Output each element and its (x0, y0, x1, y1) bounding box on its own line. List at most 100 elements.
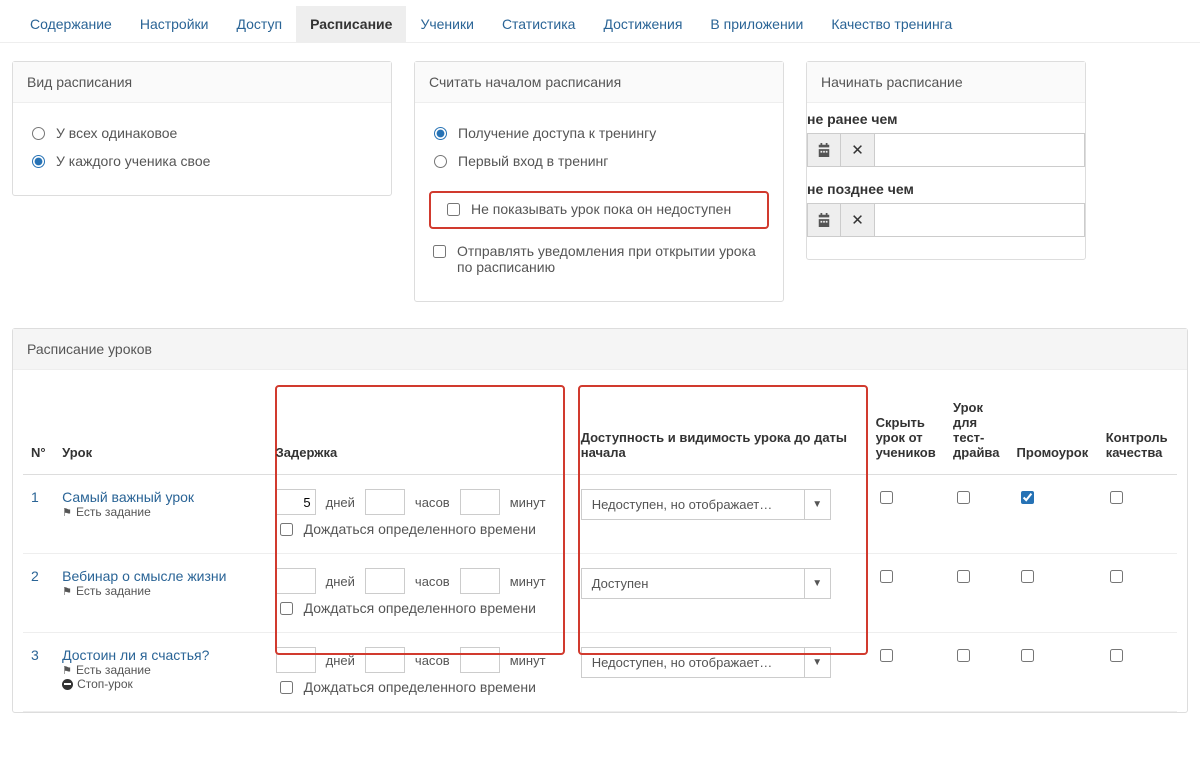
testdrive-checkbox[interactable] (957, 570, 970, 583)
cell-availability: Недоступен, но отображает…▼ (573, 475, 868, 554)
radio-access-grant[interactable]: Получение доступа к тренингу (429, 119, 769, 147)
panel-schedule-start: Считать началом расписания Получение дос… (414, 61, 784, 302)
days-input[interactable] (276, 489, 316, 515)
radio-input[interactable] (32, 155, 45, 168)
cell-testdrive (945, 633, 1009, 712)
days-input[interactable] (276, 568, 316, 594)
flag-icon: ⚑ (62, 585, 72, 598)
tab-in-app[interactable]: В приложении (696, 6, 817, 42)
select-value: Недоступен, но отображает… (581, 647, 805, 678)
cell-delay: днейчасовминутДождаться определенного вр… (268, 633, 573, 712)
quality-checkbox[interactable] (1110, 570, 1123, 583)
checkbox-input[interactable] (280, 523, 293, 536)
quality-checkbox[interactable] (1110, 491, 1123, 504)
tab-students[interactable]: Ученики (406, 6, 487, 42)
availability-select[interactable]: Недоступен, но отображает…▼ (581, 647, 831, 678)
tab-content[interactable]: Содержание (16, 6, 126, 42)
date-input[interactable] (875, 203, 1085, 237)
cell-number: 1 (23, 475, 54, 554)
col-quality: Контроль качества (1098, 390, 1177, 475)
checkbox-wait-time[interactable]: Дождаться определенного времени (276, 679, 565, 697)
promo-checkbox[interactable] (1021, 649, 1034, 662)
testdrive-checkbox[interactable] (957, 649, 970, 662)
cell-hide (868, 554, 945, 633)
col-promo: Промоурок (1009, 390, 1098, 475)
radio-input[interactable] (434, 155, 447, 168)
radio-label: Получение доступа к тренингу (458, 125, 656, 141)
radio-input[interactable] (32, 127, 45, 140)
checkbox-label: Отправлять уведомления при открытии урок… (457, 243, 769, 275)
chevron-down-icon[interactable]: ▼ (805, 568, 831, 599)
has-task-label: Есть задание (76, 584, 151, 598)
flag-icon: ⚑ (62, 506, 72, 519)
calendar-icon[interactable] (807, 133, 841, 167)
clear-icon[interactable]: ✕ (841, 203, 875, 237)
promo-checkbox[interactable] (1021, 491, 1034, 504)
chevron-down-icon[interactable]: ▼ (805, 647, 831, 678)
tab-training-quality[interactable]: Качество тренинга (817, 6, 966, 42)
quality-checkbox[interactable] (1110, 649, 1123, 662)
radio-same-for-all[interactable]: У всех одинаковое (27, 119, 377, 147)
tab-access[interactable]: Доступ (222, 6, 296, 42)
checkbox-input[interactable] (433, 245, 446, 258)
checkbox-wait-time[interactable]: Дождаться определенного времени (276, 600, 565, 618)
days-input[interactable] (276, 647, 316, 673)
cell-availability: Недоступен, но отображает…▼ (573, 633, 868, 712)
clear-icon[interactable]: ✕ (841, 133, 875, 167)
radio-first-entry[interactable]: Первый вход в тренинг (429, 147, 769, 175)
cell-testdrive (945, 475, 1009, 554)
row-number: 3 (31, 647, 39, 663)
cell-number: 2 (23, 554, 54, 633)
checkbox-input[interactable] (447, 203, 460, 216)
row-number: 1 (31, 489, 39, 505)
availability-select[interactable]: Доступен▼ (581, 568, 831, 599)
hours-label: часов (415, 653, 450, 668)
cell-promo (1009, 475, 1098, 554)
hours-input[interactable] (365, 568, 405, 594)
table-row: 3Достоин ли я счастья?⚑ Есть задание Сто… (23, 633, 1177, 712)
minutes-input[interactable] (460, 489, 500, 515)
panel-title: Вид расписания (13, 62, 391, 103)
hours-input[interactable] (365, 647, 405, 673)
flag-icon: ⚑ (62, 664, 72, 677)
radio-label: У всех одинаковое (56, 125, 177, 141)
select-value: Доступен (581, 568, 805, 599)
calendar-icon[interactable] (807, 203, 841, 237)
tab-bar: Содержание Настройки Доступ Расписание У… (0, 0, 1200, 43)
tab-statistics[interactable]: Статистика (488, 6, 590, 42)
cell-delay: днейчасовминутДождаться определенного вр… (268, 554, 573, 633)
hide-checkbox[interactable] (880, 649, 893, 662)
radio-each-student[interactable]: У каждого ученика свое (27, 147, 377, 175)
lesson-link[interactable]: Достоин ли я счастья? (62, 647, 260, 663)
hours-input[interactable] (365, 489, 405, 515)
minutes-label: минут (510, 653, 546, 668)
checkbox-notify-open[interactable]: Отправлять уведомления при открытии урок… (429, 237, 769, 281)
lesson-link[interactable]: Самый важный урок (62, 489, 260, 505)
checkbox-wait-time[interactable]: Дождаться определенного времени (276, 521, 565, 539)
hide-checkbox[interactable] (880, 570, 893, 583)
checkbox-input[interactable] (280, 602, 293, 615)
checkbox-label: Дождаться определенного времени (304, 600, 536, 616)
tab-settings[interactable]: Настройки (126, 6, 223, 42)
cell-testdrive (945, 554, 1009, 633)
lesson-link[interactable]: Вебинар о смысле жизни (62, 568, 260, 584)
cell-lesson: Вебинар о смысле жизни⚑ Есть задание (54, 554, 268, 633)
stop-lesson-label: Стоп-урок (77, 677, 133, 691)
checkbox-input[interactable] (280, 681, 293, 694)
radio-input[interactable] (434, 127, 447, 140)
stop-icon (62, 679, 73, 690)
checkbox-hide-lesson[interactable]: Не показывать урок пока он недоступен (443, 201, 755, 219)
col-availability: Доступность и видимость урока до даты на… (573, 390, 868, 475)
minutes-input[interactable] (460, 647, 500, 673)
col-hide: Скрыть урок от учеников (868, 390, 945, 475)
checkbox-label: Дождаться определенного времени (304, 521, 536, 537)
tab-achievements[interactable]: Достижения (589, 6, 696, 42)
chevron-down-icon[interactable]: ▼ (805, 489, 831, 520)
promo-checkbox[interactable] (1021, 570, 1034, 583)
hide-checkbox[interactable] (880, 491, 893, 504)
tab-schedule[interactable]: Расписание (296, 6, 406, 42)
availability-select[interactable]: Недоступен, но отображает…▼ (581, 489, 831, 520)
minutes-input[interactable] (460, 568, 500, 594)
date-input[interactable] (875, 133, 1085, 167)
testdrive-checkbox[interactable] (957, 491, 970, 504)
